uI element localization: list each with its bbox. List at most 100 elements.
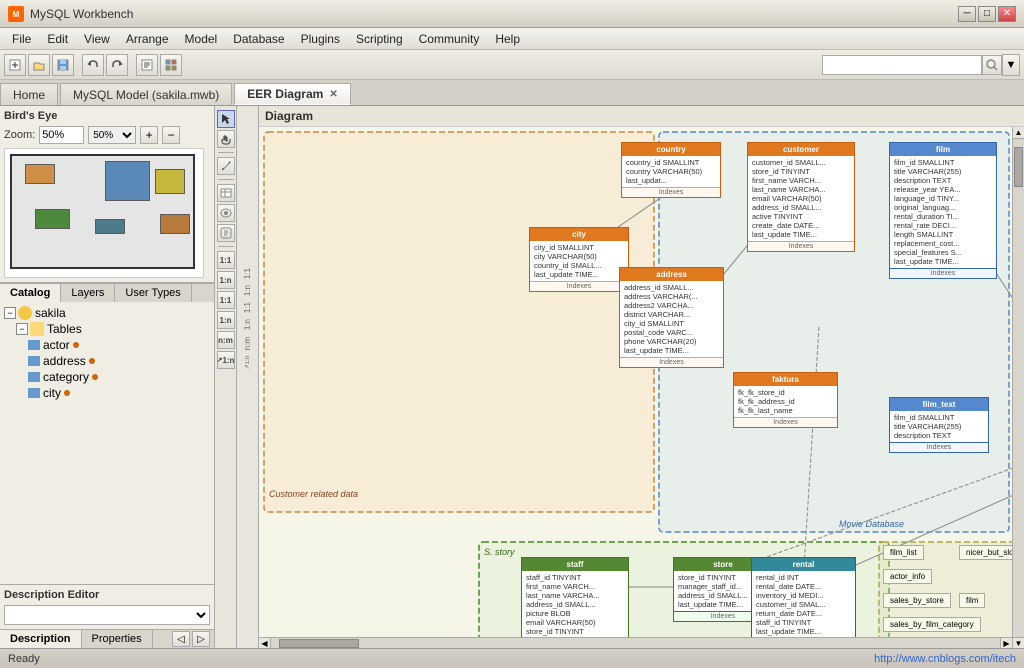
table-country[interactable]: country country_id SMALLINT country VARC… bbox=[621, 142, 721, 198]
table-country-indexes: Indexes bbox=[622, 187, 720, 197]
view-sales-by-film[interactable]: sales_by_film_category bbox=[883, 617, 981, 632]
window-title: MySQL Workbench bbox=[30, 7, 958, 21]
scroll-right-arrow[interactable]: ▶ bbox=[1000, 638, 1012, 648]
vertical-scroll-thumb[interactable] bbox=[1014, 147, 1023, 187]
tool-rel-1nc[interactable]: ↗1:n bbox=[217, 351, 235, 369]
menu-view[interactable]: View bbox=[76, 30, 118, 48]
tree-expander-tables[interactable]: − bbox=[16, 323, 28, 335]
tree-item-address[interactable]: address bbox=[28, 354, 210, 368]
tb-extra[interactable]: ▼ bbox=[1002, 54, 1020, 76]
tab-eer-diagram[interactable]: EER Diagram ✕ bbox=[234, 83, 350, 105]
tool-rel-1nb[interactable]: 1:n bbox=[217, 311, 235, 329]
description-editor-title: Description Editor bbox=[4, 589, 210, 601]
be-viewport[interactable] bbox=[10, 154, 195, 269]
maximize-button[interactable]: □ bbox=[978, 6, 996, 22]
window-controls[interactable]: ─ □ ✕ bbox=[958, 6, 1016, 22]
horizontal-scrollbar[interactable]: ◀ ▶ bbox=[259, 637, 1012, 648]
scroll-left-button[interactable]: ◁ bbox=[172, 631, 190, 647]
tree-item-city[interactable]: city bbox=[28, 386, 210, 400]
left-tab-catalog[interactable]: Catalog bbox=[0, 284, 61, 302]
view-film-list[interactable]: film_list bbox=[883, 545, 924, 560]
svg-text:S. story: S. story bbox=[484, 547, 515, 557]
view-actor-info[interactable]: actor_info bbox=[883, 569, 932, 584]
tool-rel-11[interactable]: 1:1 bbox=[217, 251, 235, 269]
zoom-input[interactable] bbox=[39, 126, 84, 144]
description-dropdown[interactable] bbox=[4, 605, 210, 625]
menu-scripting[interactable]: Scripting bbox=[348, 30, 411, 48]
horizontal-scroll-thumb[interactable] bbox=[279, 639, 359, 648]
search-button[interactable] bbox=[982, 55, 1002, 75]
tb-diagram[interactable] bbox=[160, 54, 182, 76]
bottom-tab-properties[interactable]: Properties bbox=[82, 630, 153, 648]
zoom-out-button[interactable]: − bbox=[162, 126, 180, 144]
bottom-tab-description[interactable]: Description bbox=[0, 630, 82, 648]
table-faktura[interactable]: faktura fk_fk_store_id fk_fk_address_id … bbox=[733, 372, 838, 428]
table-customer[interactable]: customer customer_id SMALL... store_id T… bbox=[747, 142, 855, 252]
table-film-text-indexes: Indexes bbox=[890, 442, 988, 452]
table-film-text-header: film_text bbox=[890, 398, 988, 411]
menu-community[interactable]: Community bbox=[411, 30, 488, 48]
table-film-text[interactable]: film_text film_id SMALLINT title VARCHAR… bbox=[889, 397, 989, 453]
tab-home[interactable]: Home bbox=[0, 83, 58, 105]
menu-file[interactable]: File bbox=[4, 30, 39, 48]
table-rental[interactable]: rental rental_id INT rental_date DATE...… bbox=[751, 557, 856, 648]
tb-redo[interactable] bbox=[106, 54, 128, 76]
menu-edit[interactable]: Edit bbox=[39, 30, 76, 48]
tree-expander-sakila[interactable]: − bbox=[4, 307, 16, 319]
tool-select[interactable] bbox=[217, 110, 235, 128]
left-tab-layers[interactable]: Layers bbox=[61, 284, 115, 302]
tree-item-category[interactable]: category bbox=[28, 370, 210, 384]
scroll-right-button[interactable]: ▷ bbox=[192, 631, 210, 647]
tool-routine[interactable] bbox=[217, 224, 235, 242]
diagram-canvas[interactable]: Customer related data Movie Database S. … bbox=[259, 127, 1024, 648]
tb-undo[interactable] bbox=[82, 54, 104, 76]
tool-pen[interactable] bbox=[217, 157, 235, 175]
menu-model[interactable]: Model bbox=[177, 30, 226, 48]
table-country-body: country_id SMALLINT country VARCHAR(50) … bbox=[622, 156, 720, 187]
table-staff[interactable]: staff staff_id TINYINT first_name VARCH.… bbox=[521, 557, 629, 648]
tool-hand[interactable] bbox=[217, 130, 235, 148]
tool-table[interactable] bbox=[217, 184, 235, 202]
tree-item-tables: Tables bbox=[47, 322, 82, 336]
table-city[interactable]: city city_id SMALLINT city VARCHAR(50) c… bbox=[529, 227, 629, 292]
tool-separator-1 bbox=[218, 152, 234, 153]
view-sales-by-store[interactable]: sales_by_store bbox=[883, 593, 951, 608]
tb-new[interactable] bbox=[4, 54, 26, 76]
tb-save[interactable] bbox=[52, 54, 74, 76]
table-address-body: address_id SMALL... address VARCHAR(... … bbox=[620, 281, 723, 357]
scroll-left-arrow[interactable]: ◀ bbox=[259, 638, 271, 648]
table-address[interactable]: address address_id SMALL... address VARC… bbox=[619, 267, 724, 368]
tab-mysql-model[interactable]: MySQL Model (sakila.mwb) bbox=[60, 83, 232, 105]
scroll-up-button[interactable]: ▲ bbox=[1013, 127, 1024, 139]
tab-bar: Home MySQL Model (sakila.mwb) EER Diagra… bbox=[0, 80, 1024, 106]
minimize-button[interactable]: ─ bbox=[958, 6, 976, 22]
table-film[interactable]: film film_id SMALLINT title VARCHAR(255)… bbox=[889, 142, 997, 279]
tool-rel-nm[interactable]: n:m bbox=[217, 331, 235, 349]
left-panel: Bird's Eye Zoom: 50%75%100% + − bbox=[0, 106, 215, 648]
tb-edit[interactable] bbox=[136, 54, 158, 76]
table-film-body: film_id SMALLINT title VARCHAR(255) desc… bbox=[890, 156, 996, 268]
tree-item-actor[interactable]: actor bbox=[28, 338, 210, 352]
menu-database[interactable]: Database bbox=[225, 30, 292, 48]
vertical-scrollbar[interactable]: ▲ ▼ bbox=[1012, 127, 1024, 648]
view-film-placeholder[interactable]: film bbox=[959, 593, 985, 608]
tb-open[interactable] bbox=[28, 54, 50, 76]
left-tabs: Catalog Layers User Types bbox=[0, 283, 214, 302]
catalog-tree-panel: − sakila − Tables actor bbox=[0, 302, 214, 584]
left-tab-user-types[interactable]: User Types bbox=[115, 284, 191, 302]
menu-help[interactable]: Help bbox=[487, 30, 528, 48]
close-button[interactable]: ✕ bbox=[998, 6, 1016, 22]
menu-arrange[interactable]: Arrange bbox=[118, 30, 177, 48]
zoom-label: Zoom: bbox=[4, 129, 35, 141]
bottom-left-tabs: Description Properties ◁ ▷ bbox=[0, 629, 214, 648]
tool-rel-1n[interactable]: 1:n bbox=[217, 271, 235, 289]
tool-rel-11b[interactable]: 1:1 bbox=[217, 291, 235, 309]
tool-view[interactable] bbox=[217, 204, 235, 222]
zoom-in-button[interactable]: + bbox=[140, 126, 158, 144]
menu-plugins[interactable]: Plugins bbox=[293, 30, 348, 48]
zoom-control: Zoom: 50%75%100% + − bbox=[4, 126, 210, 144]
tab-eer-close-icon[interactable]: ✕ bbox=[329, 89, 337, 100]
zoom-select[interactable]: 50%75%100% bbox=[88, 126, 136, 144]
scroll-down-button[interactable]: ▼ bbox=[1013, 637, 1024, 648]
search-input[interactable] bbox=[822, 55, 982, 75]
